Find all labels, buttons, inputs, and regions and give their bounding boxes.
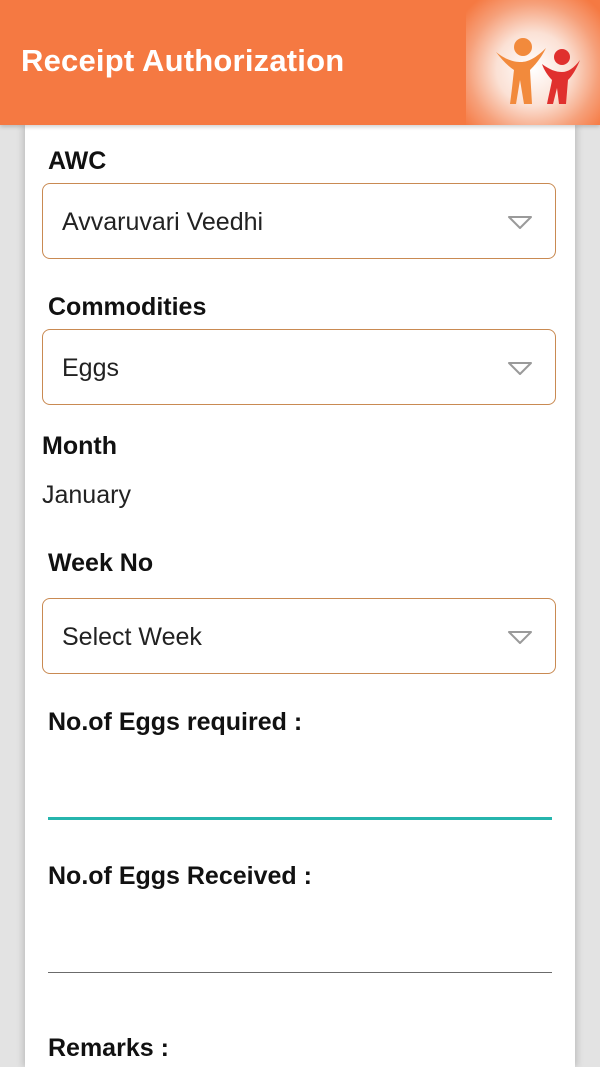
eggs-received-underline [48, 972, 552, 973]
awc-dropdown[interactable]: Avvaruvari Veedhi [42, 183, 556, 259]
awc-selected-value: Avvaruvari Veedhi [62, 208, 264, 236]
commodities-selected-value: Eggs [62, 354, 119, 382]
eggs-required-label: No.of Eggs required : [48, 708, 303, 736]
dropdown-arrow-icon [508, 216, 532, 229]
week-label: Week No [48, 549, 154, 577]
month-label: Month [42, 432, 117, 460]
people-logo-icon [496, 38, 580, 104]
eggs-required-underline [48, 817, 552, 820]
page-title: Receipt Authorization [21, 43, 345, 78]
month-value: January [42, 481, 131, 509]
commodities-dropdown[interactable]: Eggs [42, 329, 556, 405]
eggs-received-label: No.of Eggs Received : [48, 862, 312, 890]
commodities-label: Commodities [48, 293, 207, 321]
app-logo [466, 0, 600, 125]
week-dropdown[interactable]: Select Week [42, 598, 556, 674]
form-card: AWC Avvaruvari Veedhi Commodities Eggs M… [25, 125, 575, 1067]
eggs-received-input[interactable] [48, 922, 552, 970]
app-bar: Receipt Authorization [0, 0, 600, 125]
awc-label: AWC [48, 147, 107, 175]
week-selected-value: Select Week [62, 623, 202, 651]
dropdown-arrow-icon [508, 631, 532, 644]
eggs-required-input[interactable] [48, 767, 552, 815]
remarks-label: Remarks : [48, 1034, 169, 1062]
dropdown-arrow-icon [508, 362, 532, 375]
